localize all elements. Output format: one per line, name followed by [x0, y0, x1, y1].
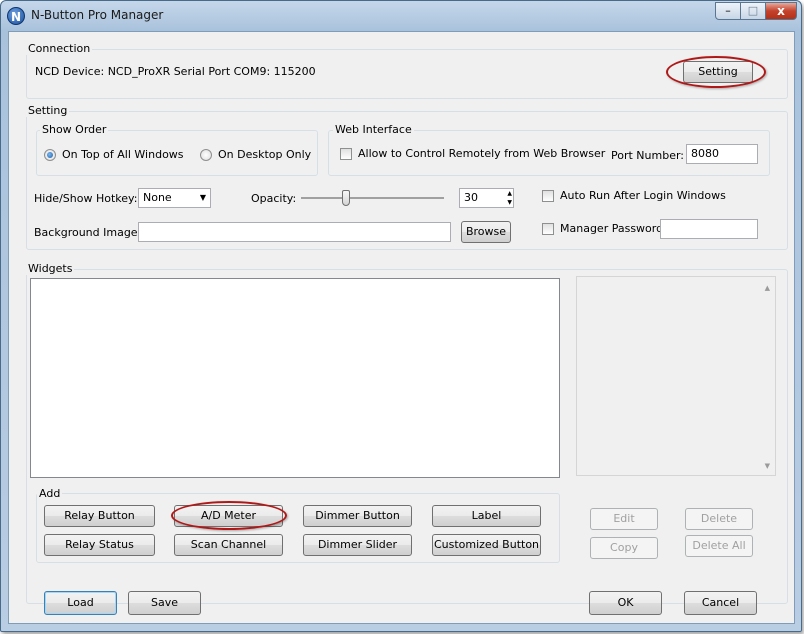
connection-group-label: Connection [26, 42, 93, 55]
opacity-spinner[interactable]: 30 ▲ ▼ [459, 188, 514, 208]
add-group-label: Add [37, 487, 63, 500]
delete-all-button[interactable]: Delete All [685, 535, 753, 557]
port-number-input[interactable]: 8080 [686, 144, 758, 164]
ad-meter-button[interactable]: A/D Meter [174, 505, 283, 527]
scan-channel-button[interactable]: Scan Channel [174, 534, 283, 556]
cancel-button[interactable]: Cancel [684, 591, 757, 615]
edit-button[interactable]: Edit [590, 508, 658, 530]
radio-on-top-label: On Top of All Windows [62, 148, 184, 161]
hotkey-value: None [143, 191, 172, 204]
window-title: N-Button Pro Manager [31, 8, 164, 22]
title-bar[interactable]: N N-Button Pro Manager – □ x [1, 1, 801, 31]
allow-remote-checkbox[interactable] [340, 148, 352, 160]
app-icon: N [7, 7, 25, 25]
connection-status: NCD Device: NCD_ProXR Serial Port COM9: … [35, 65, 316, 78]
setting-group-label: Setting [26, 104, 70, 117]
relay-status-button[interactable]: Relay Status [44, 534, 155, 556]
chevron-down-icon: ▼ [199, 193, 206, 202]
port-number-label: Port Number: [611, 149, 685, 162]
manager-password-input[interactable] [660, 219, 758, 239]
opacity-value: 30 [464, 191, 478, 204]
hotkey-label: Hide/Show Hotkey: [34, 192, 138, 205]
minimize-button[interactable]: – [715, 2, 741, 20]
hotkey-select[interactable]: None ▼ [138, 188, 211, 208]
radio-desktop-only-label: On Desktop Only [218, 148, 312, 161]
copy-button[interactable]: Copy [590, 537, 658, 559]
widgets-group-label: Widgets [26, 262, 75, 275]
radio-desktop-only[interactable] [200, 149, 212, 161]
dimmer-slider-button[interactable]: Dimmer Slider [303, 534, 412, 556]
scroll-down-icon[interactable]: ▼ [765, 462, 770, 470]
customized-button-button[interactable]: Customized Button [432, 534, 541, 556]
main-window: N N-Button Pro Manager – □ x Connection … [0, 0, 802, 632]
load-button[interactable]: Load [44, 591, 117, 615]
ok-button[interactable]: OK [589, 591, 662, 615]
connection-setting-button[interactable]: Setting [683, 61, 753, 83]
close-button[interactable]: x [765, 2, 797, 20]
save-button[interactable]: Save [128, 591, 201, 615]
manager-password-checkbox[interactable] [542, 223, 554, 235]
auto-run-label: Auto Run After Login Windows [560, 189, 726, 202]
manager-password-label: Manager Password [560, 222, 664, 235]
delete-button[interactable]: Delete [685, 508, 753, 530]
widgets-list[interactable] [30, 278, 560, 478]
widget-properties-panel[interactable]: ▲ ▼ [576, 276, 776, 476]
label-button[interactable]: Label [432, 505, 541, 527]
show-order-label: Show Order [40, 123, 109, 136]
spin-up-icon[interactable]: ▲ [507, 189, 512, 198]
client-area: Connection NCD Device: NCD_ProXR Serial … [8, 31, 795, 624]
opacity-slider-track [301, 197, 444, 199]
opacity-slider[interactable] [301, 190, 444, 206]
web-interface-label: Web Interface [333, 123, 414, 136]
dimmer-button-button[interactable]: Dimmer Button [303, 505, 412, 527]
maximize-button: □ [740, 2, 766, 20]
opacity-slider-thumb[interactable] [342, 190, 350, 206]
spin-down-icon[interactable]: ▼ [507, 198, 512, 207]
background-image-input[interactable] [138, 222, 451, 242]
browse-button[interactable]: Browse [461, 221, 511, 243]
scroll-up-icon[interactable]: ▲ [765, 284, 770, 292]
auto-run-checkbox[interactable] [542, 190, 554, 202]
relay-button-button[interactable]: Relay Button [44, 505, 155, 527]
radio-on-top[interactable] [44, 149, 56, 161]
background-image-label: Background Image: [34, 226, 142, 239]
opacity-label: Opacity: [251, 192, 297, 205]
allow-remote-label: Allow to Control Remotely from Web Brows… [358, 147, 606, 160]
